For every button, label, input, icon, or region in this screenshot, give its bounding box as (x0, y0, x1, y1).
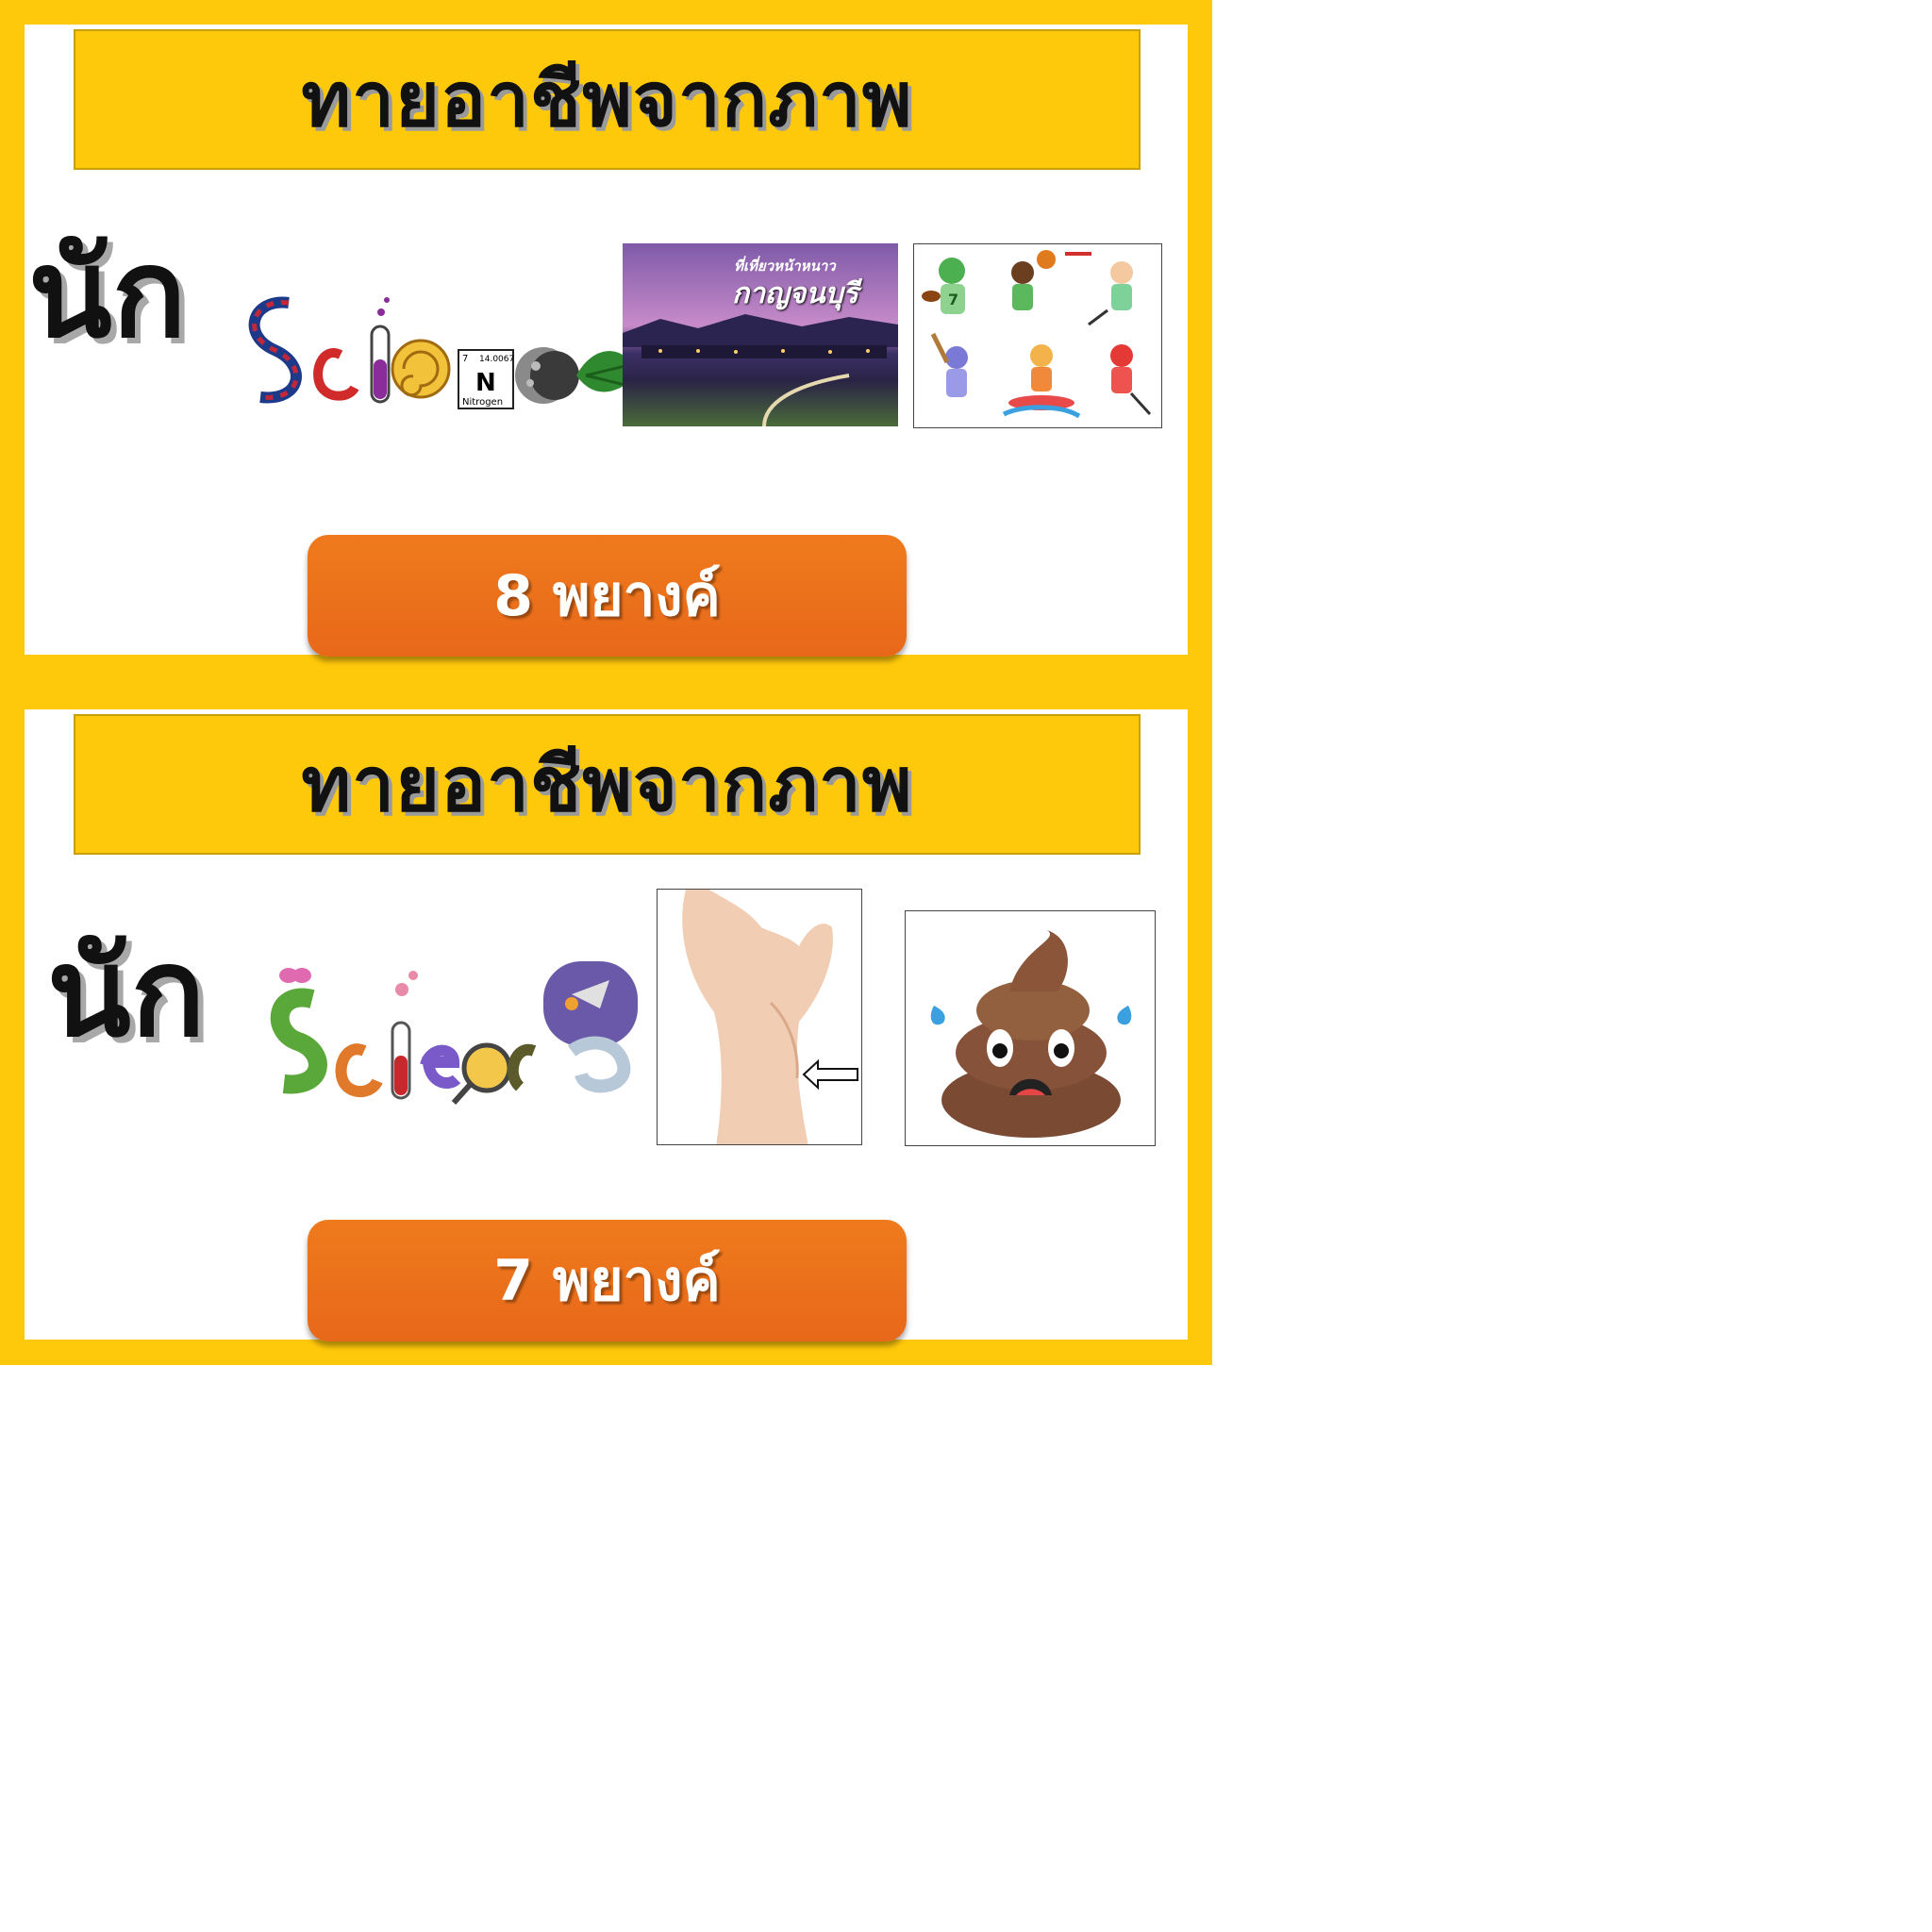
slide-2: ทายอาชีพจากภาพ นัก 7 พยางค์ (25, 709, 1188, 1341)
basketball-kid-icon (1011, 250, 1091, 310)
nitrogen-tile: 7 14.0067 N Nitrogen (458, 349, 514, 409)
poop-emoji-icon (930, 930, 1132, 1138)
syllable-hint-label: 8 พยางค์ (493, 563, 721, 629)
ice-hockey-kid-icon (1110, 344, 1152, 416)
magnifier-icon (451, 1042, 512, 1106)
rocket-icon (543, 961, 638, 1046)
photo-caption-big: กาญจนบุรี (732, 277, 858, 310)
hockey-girl-icon (1088, 261, 1133, 326)
science-word-logo: 7 14.0067 N Nitrogen (232, 270, 638, 430)
moon-icon (515, 347, 579, 404)
sports-kids-image: 7 (913, 243, 1162, 428)
svg-text:14.0067: 14.0067 (479, 355, 514, 364)
poop-emoji-image (905, 910, 1156, 1146)
test-tube-icon (370, 297, 391, 404)
slide-title: ทายอาชีพจากภาพ (301, 56, 913, 143)
syllable-hint-button[interactable]: 7 พยางค์ (308, 1220, 907, 1341)
kanchanaburi-photo: ที่เที่ยวหน้าหนาว กาญจนบุรี (623, 243, 898, 426)
prefix-word: นัก (47, 921, 206, 1064)
yellow-frame: ทายอาชีพจากภาพ นัก 7 14.0067 N Nitrogen … (0, 0, 1212, 1365)
slide-title: ทายอาชีพจากภาพ (301, 741, 913, 828)
wrist-photo (657, 889, 862, 1145)
syllable-hint-button[interactable]: 8 พยางค์ (308, 535, 907, 657)
science-word-logo (260, 957, 647, 1117)
slide-1: ทายอาชีพจากภาพ นัก 7 14.0067 N Nitrogen … (25, 25, 1188, 657)
baseball-kid-icon (930, 332, 968, 397)
football-kid-icon: 7 (922, 258, 965, 314)
syllable-hint-label: 7 พยางค์ (493, 1248, 721, 1314)
slide-title-box: ทายอาชีพจากภาพ (74, 29, 1141, 170)
hand-icon (682, 890, 833, 1144)
test-tube-icon (391, 971, 418, 1100)
ammonite-icon (391, 339, 451, 399)
svg-text:7: 7 (948, 291, 958, 308)
dna-icon (248, 296, 302, 404)
svg-text:Nitrogen: Nitrogen (462, 397, 503, 408)
surfer-kid-icon (1002, 344, 1081, 419)
slide-title-box: ทายอาชีพจากภาพ (74, 714, 1141, 855)
prefix-word: นัก (28, 222, 187, 365)
svg-text:7: 7 (462, 354, 468, 364)
arrow-left-icon (802, 1058, 858, 1091)
butterfly-icon (279, 968, 311, 983)
svg-text:N: N (475, 369, 496, 397)
